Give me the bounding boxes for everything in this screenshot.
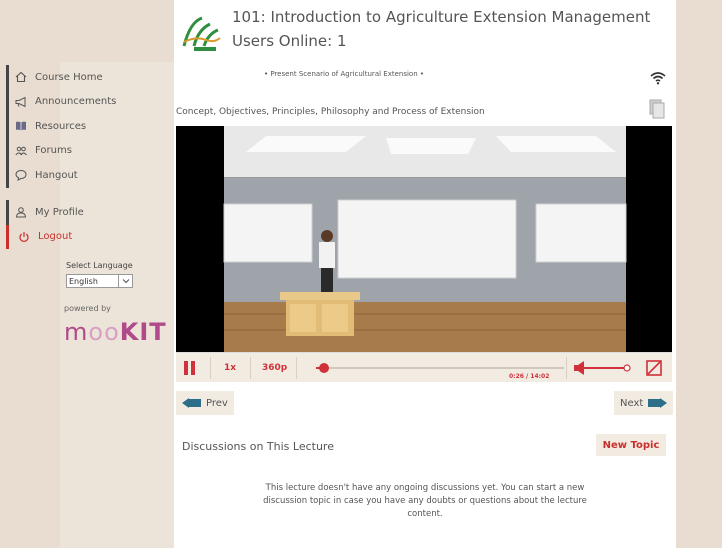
course-title: 101: Introduction to Agriculture Extensi… bbox=[232, 8, 651, 26]
language-select[interactable]: English bbox=[66, 274, 133, 288]
megaphone-icon bbox=[14, 95, 28, 109]
course-logo bbox=[180, 12, 222, 54]
sidebar-item-hangout[interactable]: Hangout bbox=[9, 163, 116, 188]
next-lecture-button[interactable]: Next bbox=[614, 391, 674, 415]
sidebar-account-nav: My Profile Logout bbox=[6, 200, 84, 249]
powered-by-label: powered by bbox=[64, 304, 111, 313]
new-topic-button[interactable]: New Topic bbox=[596, 434, 666, 456]
users-online-count: Users Online: 1 bbox=[232, 32, 347, 50]
control-divider bbox=[250, 357, 251, 379]
mookit-logo-m: m bbox=[64, 318, 89, 346]
player-controls: 1x 360p 0:26 / 14:02 bbox=[176, 352, 672, 382]
sidebar-item-forums[interactable]: Forums bbox=[9, 139, 116, 164]
book-icon bbox=[14, 119, 28, 133]
video-player[interactable] bbox=[176, 126, 672, 352]
sidebar-item-resources[interactable]: Resources bbox=[9, 114, 116, 139]
mookit-logo: mooKIT bbox=[64, 318, 167, 346]
sidebar-item-announcements[interactable]: Announcements bbox=[9, 90, 116, 115]
logout-wrapper: Logout bbox=[6, 224, 84, 250]
sidebar-nav: Course Home Announcements Resources Foru… bbox=[6, 65, 116, 188]
chevron-down-icon bbox=[118, 275, 132, 287]
fullscreen-button[interactable] bbox=[646, 353, 662, 383]
volume-control[interactable] bbox=[574, 353, 632, 383]
sidebar-item-logout[interactable]: Logout bbox=[9, 225, 84, 250]
mookit-logo-oo: oo bbox=[88, 318, 120, 346]
power-icon bbox=[17, 230, 31, 244]
user-icon bbox=[14, 205, 28, 219]
language-select-value: English bbox=[69, 276, 98, 286]
sidebar-item-label: My Profile bbox=[35, 206, 84, 218]
sidebar-item-label: Logout bbox=[38, 231, 73, 243]
discussions-title: Discussions on This Lecture bbox=[182, 440, 334, 453]
sidebar-item-course-home[interactable]: Course Home bbox=[9, 65, 116, 90]
control-divider bbox=[210, 357, 211, 379]
wifi-icon[interactable] bbox=[650, 70, 666, 89]
camera-icon bbox=[648, 398, 668, 408]
speed-button[interactable]: 1x bbox=[224, 353, 236, 383]
chat-bubble-icon bbox=[14, 168, 28, 182]
language-label: Select Language bbox=[66, 261, 133, 270]
playback-time: 0:26 / 14:02 bbox=[509, 373, 550, 380]
users-icon bbox=[14, 144, 28, 158]
pause-button[interactable] bbox=[184, 353, 196, 383]
quality-button[interactable]: 360p bbox=[262, 353, 287, 383]
sidebar-item-label: Resources bbox=[35, 120, 87, 132]
mookit-logo-kit: KIT bbox=[119, 318, 167, 346]
lecture-video-frame bbox=[176, 126, 672, 352]
right-background bbox=[676, 0, 722, 548]
control-divider bbox=[566, 357, 567, 379]
camera-icon bbox=[182, 398, 201, 408]
lecture-topic: • Present Scenario of Agricultural Exten… bbox=[264, 70, 424, 78]
progress-bar[interactable] bbox=[316, 363, 564, 373]
lecture-title: Concept, Objectives, Principles, Philoso… bbox=[176, 107, 485, 117]
fullscreen-icon bbox=[646, 360, 662, 376]
home-icon bbox=[14, 70, 28, 84]
next-label: Next bbox=[620, 397, 644, 409]
pause-icon bbox=[184, 361, 195, 375]
prev-lecture-button[interactable]: Prev bbox=[176, 391, 234, 415]
control-divider bbox=[296, 357, 297, 379]
sidebar-item-my-profile[interactable]: My Profile bbox=[9, 200, 84, 225]
sidebar-item-label: Hangout bbox=[35, 169, 78, 181]
course-header: 101: Introduction to Agriculture Extensi… bbox=[174, 0, 676, 62]
sidebar-item-label: Forums bbox=[35, 145, 72, 157]
main-panel: • Present Scenario of Agricultural Exten… bbox=[174, 62, 676, 548]
discussions-empty-message: This lecture doesn't have any ongoing di… bbox=[263, 483, 587, 519]
prev-label: Prev bbox=[206, 397, 228, 409]
progress-handle[interactable] bbox=[318, 363, 329, 373]
documents-icon[interactable] bbox=[649, 99, 665, 123]
sidebar-item-label: Course Home bbox=[35, 71, 103, 83]
speaker-icon bbox=[574, 361, 631, 375]
sidebar-item-label: Announcements bbox=[35, 96, 117, 108]
